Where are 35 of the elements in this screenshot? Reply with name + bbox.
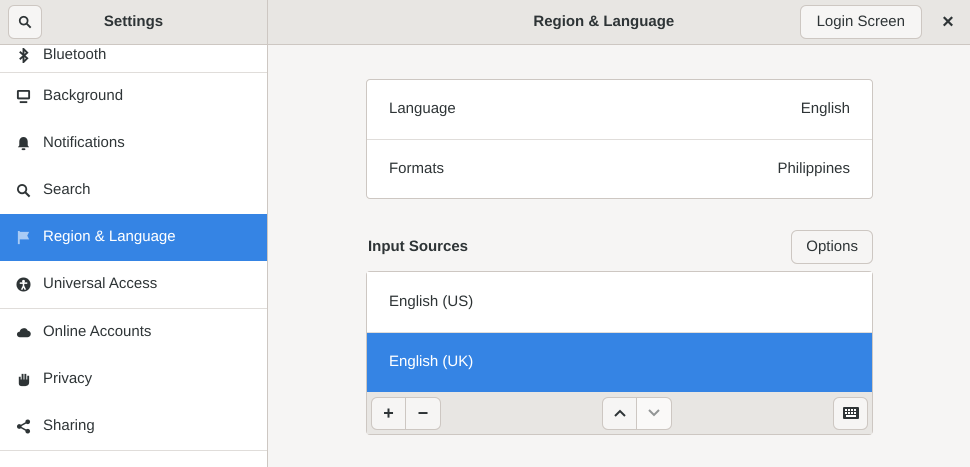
sidebar-item[interactable]: Search	[0, 167, 267, 214]
sidebar-item[interactable]: Universal Access	[0, 261, 267, 308]
input-source-item[interactable]: English (UK)	[367, 332, 872, 392]
sidebar-item[interactable]: Privacy	[0, 356, 267, 403]
chevron-up-icon	[614, 409, 626, 417]
login-screen-button[interactable]: Login Screen	[800, 5, 922, 39]
close-button[interactable]: ×	[936, 10, 960, 34]
setting-row[interactable]: Language English	[367, 80, 872, 139]
sidebar-item[interactable]: Region & Language	[0, 214, 267, 261]
sidebar-item[interactable]: Bluetooth	[0, 45, 267, 72]
sidebar-item[interactable]: Online Accounts	[0, 309, 267, 356]
search-button[interactable]	[8, 5, 42, 39]
bell-icon	[16, 136, 31, 151]
search-icon	[18, 15, 32, 29]
share-icon	[16, 419, 31, 434]
section-heading: Input Sources	[367, 236, 468, 257]
chevron-down-icon	[648, 409, 660, 417]
keyboard-button[interactable]	[833, 396, 868, 430]
add-button[interactable]: +	[371, 396, 406, 430]
page-title: Region & Language	[532, 12, 676, 32]
setting-row[interactable]: Formats Philippines	[367, 139, 872, 198]
remove-button[interactable]: −	[406, 396, 441, 430]
sidebar-item[interactable]: Sharing	[0, 403, 267, 450]
sidebar-item[interactable]: Background	[0, 73, 267, 120]
sidebar-item[interactable]: Notifications	[0, 120, 267, 167]
flag-icon	[16, 230, 31, 245]
person-icon	[16, 277, 31, 292]
hand-icon	[16, 372, 31, 387]
search-icon	[16, 183, 31, 198]
move-up-button[interactable]	[602, 396, 637, 430]
options-button[interactable]: Options	[791, 230, 873, 264]
cloud-icon	[16, 325, 31, 340]
monitor-icon	[16, 89, 31, 104]
sidebar-title: Settings	[102, 12, 164, 32]
keyboard-icon	[842, 407, 858, 419]
